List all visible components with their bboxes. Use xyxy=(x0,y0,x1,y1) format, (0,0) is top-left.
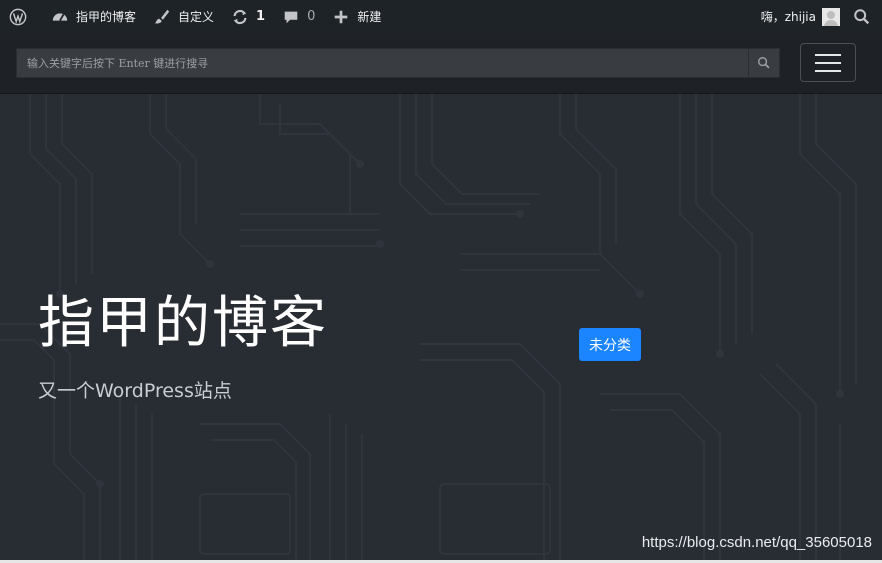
dashboard-icon xyxy=(50,7,70,27)
menu-toggle-button[interactable] xyxy=(800,43,856,82)
updates-icon xyxy=(230,7,250,27)
updates-count: 1 xyxy=(256,9,266,24)
hero-banner: 指甲的博客 又一个WordPress站点 未分类 https://blog.cs… xyxy=(0,94,882,560)
avatar xyxy=(822,7,840,26)
plus-icon xyxy=(331,7,351,27)
comments-icon xyxy=(281,7,301,27)
site-name-label: 指甲的博客 xyxy=(76,10,137,24)
admin-bar: 指甲的博客 自定义 1 0 新建 嗨，zhijia xyxy=(0,0,882,33)
site-tagline: 又一个WordPress站点 xyxy=(38,380,232,402)
hamburger-icon xyxy=(815,53,841,56)
wordpress-logo-button[interactable] xyxy=(0,0,42,33)
greeting-label: 嗨，zhijia xyxy=(760,10,816,24)
new-label: 新建 xyxy=(357,10,382,24)
watermark-text: https://blog.csdn.net/qq_35605018 xyxy=(641,534,872,551)
new-content-menu[interactable]: 新建 xyxy=(323,0,389,33)
customize-menu[interactable]: 自定义 xyxy=(144,0,222,33)
comments-count: 0 xyxy=(307,9,316,24)
brush-icon xyxy=(152,7,172,27)
site-name-menu[interactable]: 指甲的博客 xyxy=(42,0,144,33)
updates-menu[interactable]: 1 xyxy=(222,0,273,33)
search-submit-button[interactable] xyxy=(748,49,779,77)
search-icon xyxy=(757,56,771,70)
site-header xyxy=(0,33,882,94)
comments-menu[interactable]: 0 xyxy=(273,0,323,33)
customize-label: 自定义 xyxy=(178,10,215,24)
wordpress-icon xyxy=(8,7,28,27)
category-badge[interactable]: 未分类 xyxy=(579,328,641,361)
adminbar-search-button[interactable] xyxy=(846,0,882,33)
search-form xyxy=(16,48,780,78)
search-icon xyxy=(852,7,872,27)
site-title[interactable]: 指甲的博客 xyxy=(38,278,328,359)
search-input[interactable] xyxy=(17,49,751,77)
my-account-menu[interactable]: 嗨，zhijia xyxy=(753,0,846,33)
